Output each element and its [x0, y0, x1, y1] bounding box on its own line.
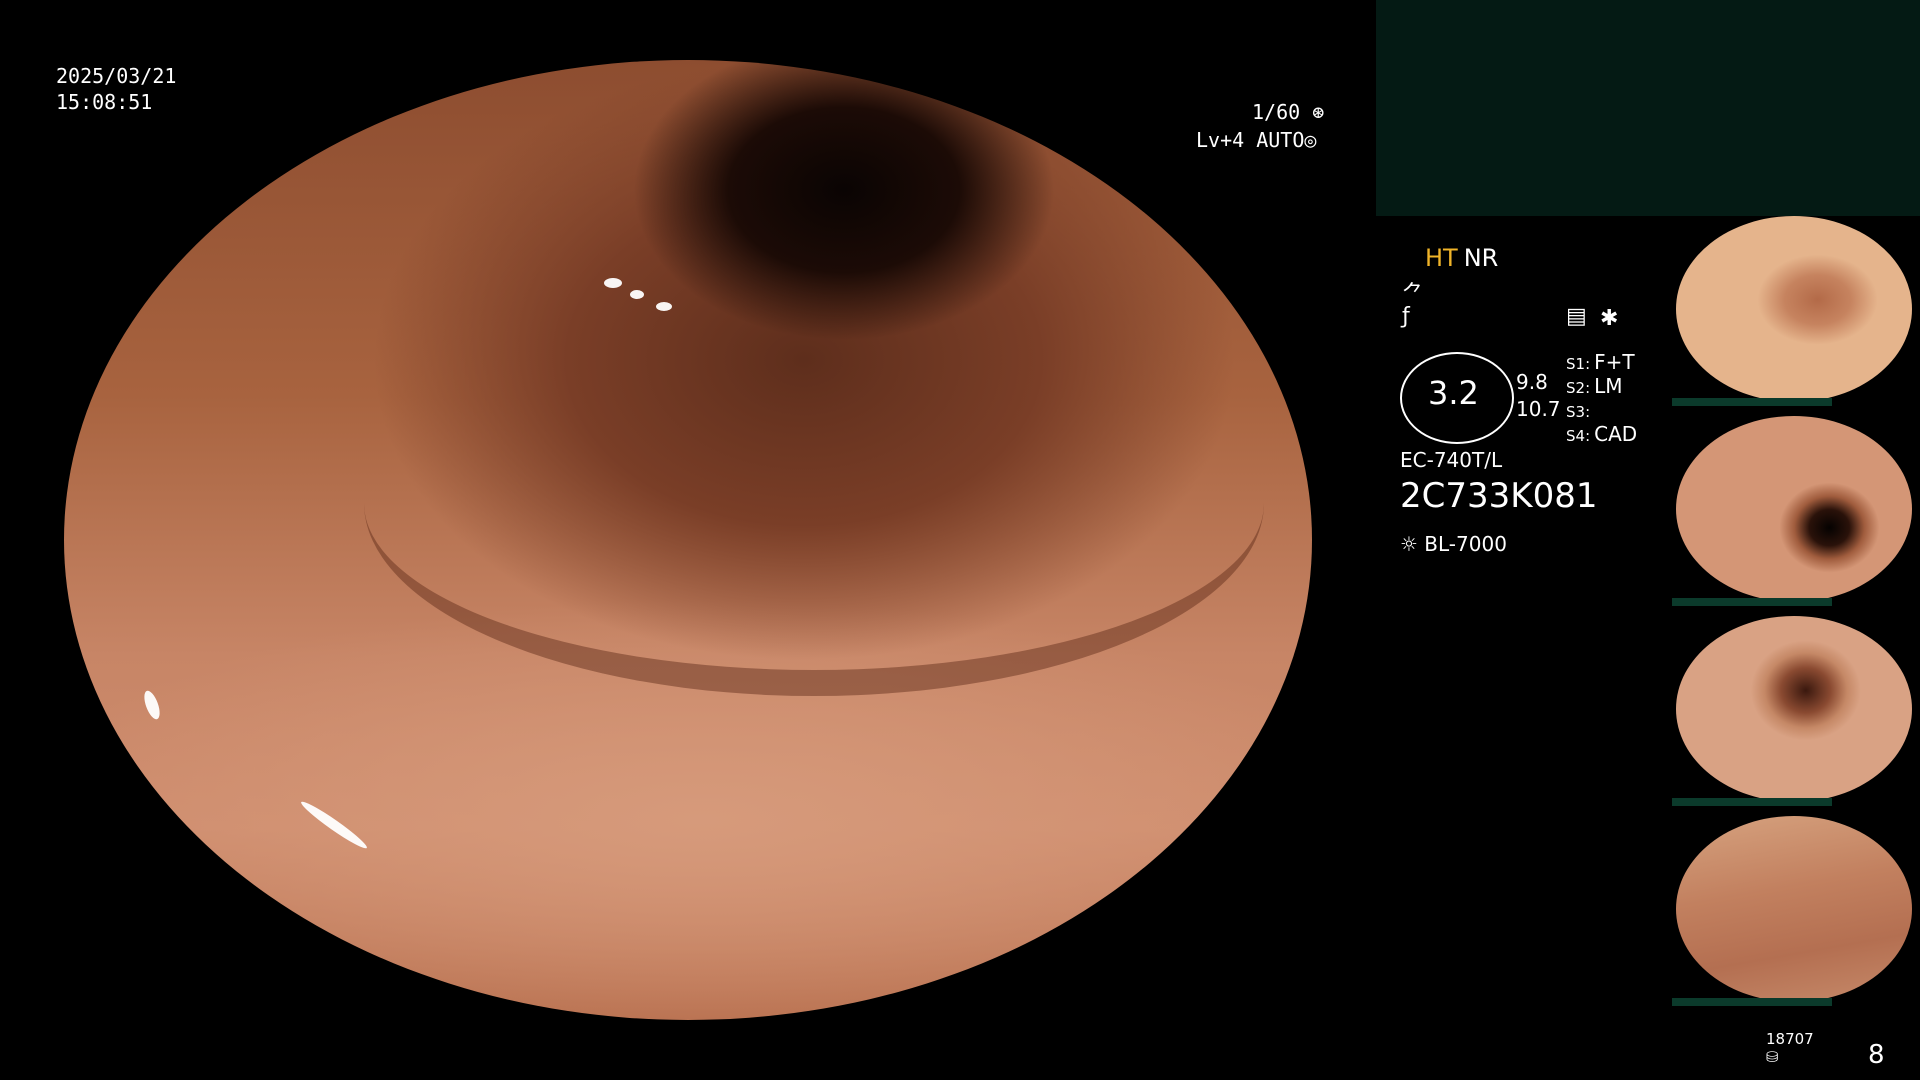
- light-source-label: BL-7000: [1424, 532, 1507, 556]
- thumbnail-image: [1676, 416, 1912, 602]
- scope-model: EC-740T/L: [1400, 448, 1503, 472]
- endoscope-main-view: [64, 60, 1312, 1020]
- thumbnail-bar: [1672, 998, 1832, 1006]
- switch-key: S4:: [1566, 427, 1591, 445]
- storage-icon: ⛁: [1766, 1048, 1779, 1066]
- light-reflection: [630, 290, 644, 299]
- switch-s1: S1: F+T: [1566, 350, 1635, 374]
- thumbnail-image: [1676, 816, 1912, 1002]
- aperture-icon: ⊛: [1300, 100, 1325, 124]
- exposure-readout: Lv+4 AUTO◎: [1196, 128, 1316, 152]
- zoom-value: 3.2: [1428, 374, 1479, 412]
- switch-s3: S3:: [1566, 398, 1594, 422]
- level-value: Lv+4: [1196, 128, 1245, 152]
- lamp-icon: ☼: [1400, 532, 1425, 556]
- switch-value: CAD: [1594, 422, 1638, 446]
- light-reflection: [141, 688, 163, 722]
- shutter-value: 1/60: [1252, 100, 1301, 124]
- switch-key: S3:: [1566, 403, 1591, 421]
- scope-serial: 2C733K081: [1400, 476, 1598, 516]
- thumbnail-bar: [1672, 798, 1832, 806]
- thumbnail-bar: [1672, 398, 1832, 406]
- zoom-distance-1: 9.8: [1516, 370, 1548, 394]
- thumbnail-image: [1676, 216, 1912, 402]
- shutter-readout: 1/60 ⊛: [1252, 100, 1324, 124]
- date-label: 2025/03/21: [56, 64, 177, 88]
- light-reflection: [604, 278, 622, 288]
- storage-count-value: 18707: [1766, 1030, 1814, 1048]
- asterisk-icon: ✱: [1600, 306, 1619, 331]
- switch-key: S2:: [1566, 379, 1591, 397]
- mode-indicators: HT NR: [1425, 244, 1498, 272]
- storage-count: 18707 ⛁: [1766, 1030, 1814, 1066]
- capture-number: 8: [1868, 1040, 1885, 1070]
- secondary-view-panel: [1376, 0, 1920, 216]
- nr-indicator: NR: [1463, 244, 1499, 272]
- switch-key: S1:: [1566, 355, 1591, 373]
- switch-value: LM: [1594, 374, 1623, 398]
- capture-thumbnail-4[interactable]: [1672, 816, 1916, 1006]
- capture-thumbnail-1[interactable]: [1672, 216, 1916, 406]
- settings-grid-icon: ▤: [1566, 304, 1587, 329]
- thumbnail-bar: [1672, 598, 1832, 606]
- auto-exposure-icon: ◎: [1304, 128, 1317, 152]
- switch-s4: S4: CAD: [1566, 422, 1637, 446]
- light-source-readout: ☼ BL-7000: [1400, 532, 1507, 556]
- light-reflection: [1124, 180, 1134, 190]
- switch-s2: S2: LM: [1566, 374, 1623, 398]
- time-label: 15:08:51: [56, 90, 153, 114]
- function-icon: ƒ: [1402, 304, 1410, 329]
- ht-indicator: HT: [1425, 244, 1458, 272]
- exposure-value: AUTO: [1256, 128, 1305, 152]
- thumbnail-image: [1676, 616, 1912, 802]
- light-reflection: [656, 302, 672, 311]
- mucosa-fold: [364, 310, 1264, 696]
- capture-thumbnail-2[interactable]: [1672, 416, 1916, 606]
- zoom-distance-2: 10.7: [1516, 397, 1561, 421]
- light-reflection: [298, 797, 370, 853]
- capture-thumbnail-3[interactable]: [1672, 616, 1916, 806]
- switch-value: F+T: [1594, 350, 1635, 374]
